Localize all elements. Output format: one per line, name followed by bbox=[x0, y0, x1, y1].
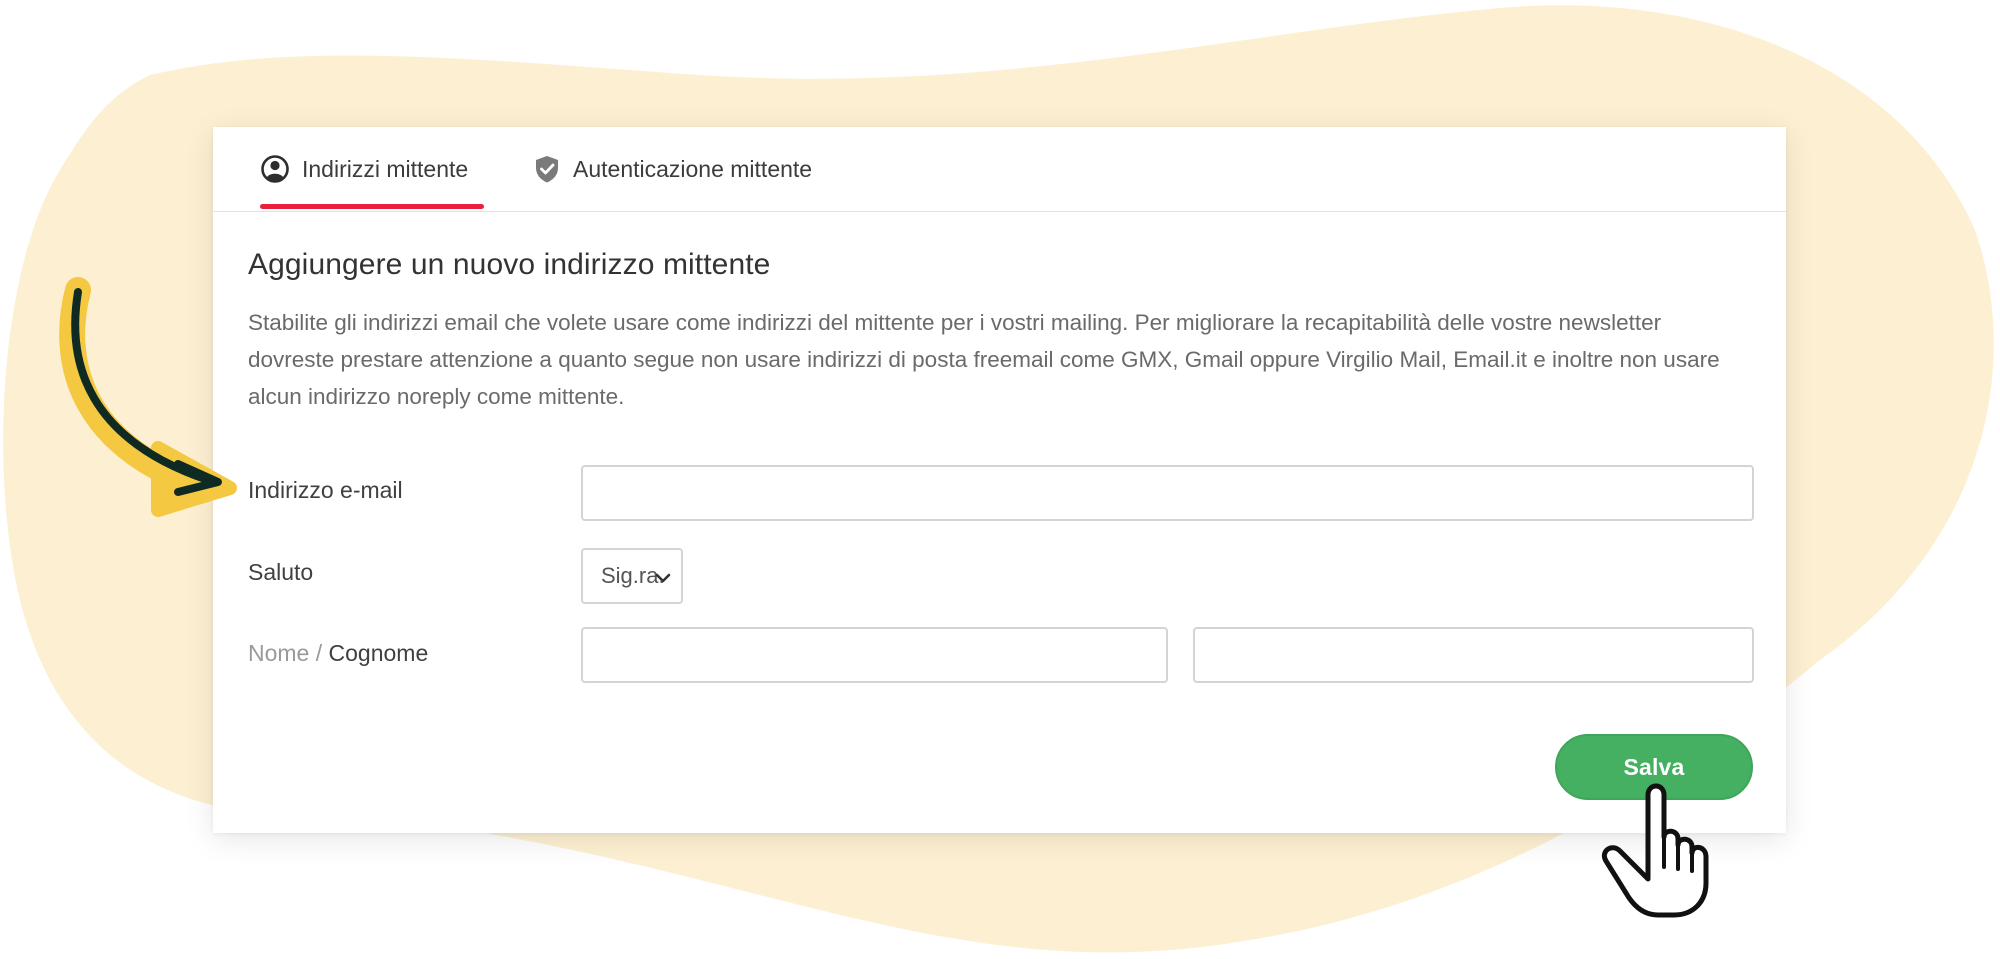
active-tab-indicator bbox=[260, 204, 484, 209]
hand-pointer-icon bbox=[1602, 783, 1709, 918]
shield-check-icon bbox=[533, 154, 561, 184]
email-label: Indirizzo e-mail bbox=[248, 477, 403, 503]
chevron-down-icon bbox=[653, 568, 673, 594]
last-name-label: Cognome bbox=[328, 640, 429, 666]
name-label-separator: / bbox=[309, 640, 329, 666]
tab-sender-addresses-label: Indirizzi mittente bbox=[302, 155, 469, 182]
tab-bar: Indirizzi mittente Autenticazione mitten… bbox=[213, 127, 1786, 212]
page: Indirizzi mittente Autenticazione mitten… bbox=[0, 0, 2000, 959]
user-circle-icon bbox=[260, 154, 290, 184]
name-label: Nome / Cognome bbox=[248, 640, 428, 667]
tab-sender-authentication[interactable]: Autenticazione mittente bbox=[533, 147, 812, 191]
salutation-label: Saluto bbox=[248, 559, 314, 585]
last-name-field[interactable] bbox=[1193, 627, 1754, 683]
first-name-label: Nome bbox=[248, 640, 310, 666]
email-field[interactable] bbox=[581, 465, 1754, 521]
form-heading: Aggiungere un nuovo indirizzo mittente bbox=[248, 248, 771, 281]
salutation-select[interactable]: Sig.ra. bbox=[581, 548, 683, 604]
curved-arrow-icon bbox=[59, 277, 237, 517]
tab-sender-authentication-label: Autenticazione mittente bbox=[573, 155, 813, 182]
tab-sender-addresses[interactable]: Indirizzi mittente bbox=[260, 147, 468, 191]
form-description: Stabilite gli indirizzi email che volete… bbox=[248, 310, 1720, 409]
first-name-field[interactable] bbox=[581, 627, 1168, 683]
